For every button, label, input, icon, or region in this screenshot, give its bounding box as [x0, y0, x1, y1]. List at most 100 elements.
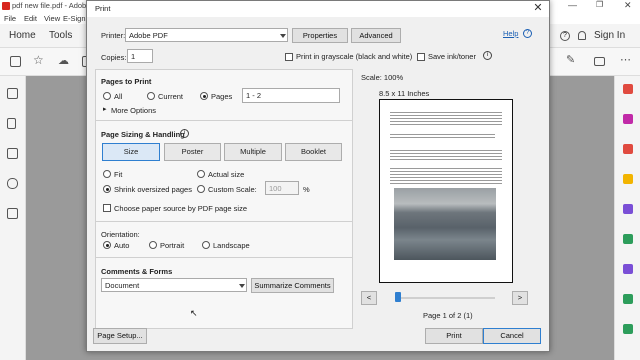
cancel-button[interactable]: Cancel	[483, 328, 541, 344]
export-pdf-icon[interactable]	[623, 84, 633, 94]
page-slider-handle[interactable]	[395, 292, 401, 302]
prev-page-button[interactable]: <	[361, 291, 377, 305]
pages-all-radio[interactable]	[103, 92, 111, 100]
protect-icon[interactable]	[623, 324, 633, 334]
advanced-button[interactable]: Advanced	[351, 28, 401, 43]
page-info: Page 1 of 2 (1)	[423, 311, 473, 320]
fit-label: Fit	[114, 170, 123, 179]
info-icon[interactable]: i	[180, 129, 189, 138]
minimize-icon[interactable]: —	[568, 0, 577, 10]
custom-scale-input[interactable]: 100	[265, 181, 299, 195]
preview-text-block	[390, 148, 502, 160]
menu-file[interactable]: File	[4, 14, 16, 23]
preview-photo	[394, 188, 496, 260]
next-page-button[interactable]: >	[512, 291, 528, 305]
pen-icon[interactable]: ✎	[566, 53, 575, 66]
create-pdf-icon[interactable]	[623, 144, 633, 154]
print-button[interactable]: Print	[425, 328, 483, 344]
create-icon[interactable]	[10, 56, 21, 67]
page-slider-track[interactable]	[395, 297, 495, 299]
summarize-comments-button[interactable]: Summarize Comments	[251, 278, 334, 293]
comments-forms-value: Document	[105, 281, 140, 290]
copies-label: Copies:	[101, 53, 127, 62]
menu-esign[interactable]: E-Sign	[63, 14, 86, 23]
help-link[interactable]: Help	[503, 29, 518, 38]
grayscale-checkbox[interactable]	[285, 53, 293, 61]
bookmark-icon[interactable]	[7, 118, 16, 129]
save-ink-checkbox[interactable]	[417, 53, 425, 61]
fit-radio[interactable]	[103, 170, 111, 178]
custom-scale-radio[interactable]	[197, 185, 205, 193]
chevron-down-icon	[239, 284, 245, 288]
multiple-button[interactable]: Multiple	[224, 143, 282, 161]
properties-button[interactable]: Properties	[292, 28, 348, 43]
chevron-right-icon[interactable]: ▸	[103, 105, 107, 113]
attachment-icon[interactable]	[7, 178, 18, 189]
more-options-toggle[interactable]: More Options	[111, 106, 156, 115]
percent-label: %	[303, 185, 310, 194]
actual-size-radio[interactable]	[197, 170, 205, 178]
copies-value: 1	[131, 52, 136, 61]
tab-home[interactable]: Home	[9, 30, 36, 41]
copies-stepper[interactable]: 1	[127, 49, 153, 63]
tab-tools[interactable]: Tools	[49, 30, 72, 41]
comments-forms-select[interactable]: Document	[101, 278, 247, 292]
pages-range-label: Pages	[211, 92, 233, 101]
pages-all-label: All	[114, 92, 123, 101]
comments-forms-title: Comments & Forms	[101, 267, 173, 276]
preview-text-block	[390, 132, 495, 138]
upload-cloud-icon[interactable]: ☁	[58, 54, 69, 67]
edit-pdf-icon[interactable]	[623, 114, 633, 124]
help-icon[interactable]: ?	[560, 31, 570, 41]
send-icon[interactable]	[623, 294, 633, 304]
page-preview	[379, 99, 513, 283]
booklet-button[interactable]: Booklet	[285, 143, 342, 161]
shrink-oversized-radio[interactable]	[103, 185, 111, 193]
menu-edit[interactable]: Edit	[24, 14, 37, 23]
window-close-icon[interactable]: ✕	[624, 0, 632, 11]
maximize-icon[interactable]: ❐	[596, 0, 603, 9]
orientation-auto-radio[interactable]	[103, 241, 111, 249]
pages-current-label: Current	[158, 92, 184, 101]
star-icon[interactable]: ☆	[33, 53, 44, 67]
page-setup-button[interactable]: Page Setup...	[93, 328, 147, 344]
combine-icon[interactable]	[623, 204, 633, 214]
pages-current-radio[interactable]	[147, 92, 155, 100]
print-dialog: Print ✕ Printer: Adobe PDF Properties Ad…	[86, 0, 550, 352]
printer-select[interactable]: Adobe PDF	[125, 28, 288, 42]
organize-icon[interactable]	[623, 234, 633, 244]
comment-icon[interactable]	[623, 174, 633, 184]
preview-scale: Scale: 100%	[361, 73, 404, 82]
size-button[interactable]: Size	[102, 143, 160, 161]
chevron-down-icon	[280, 34, 286, 38]
bell-icon[interactable]	[578, 31, 586, 40]
fill-sign-icon[interactable]	[623, 264, 633, 274]
menu-view[interactable]: View	[44, 14, 60, 23]
divider	[95, 257, 353, 258]
orientation-landscape-label: Landscape	[213, 241, 250, 250]
sign-in-button[interactable]: Sign In	[594, 30, 625, 41]
paper-source-checkbox[interactable]	[103, 204, 111, 212]
poster-button[interactable]: Poster	[164, 143, 221, 161]
tag-icon[interactable]	[7, 208, 18, 219]
orientation-portrait-radio[interactable]	[149, 241, 157, 249]
acrobat-logo-icon	[2, 2, 10, 10]
divider	[95, 221, 353, 222]
mail-icon[interactable]	[594, 57, 605, 66]
dialog-title: Print	[95, 4, 111, 13]
printer-label: Printer:	[101, 31, 126, 40]
help-circle-icon[interactable]: ?	[523, 29, 532, 38]
signature-icon[interactable]	[7, 148, 18, 159]
info-icon[interactable]: i	[483, 51, 492, 60]
pages-range-input[interactable]: 1 - 2	[242, 88, 340, 103]
pages-range-radio[interactable]	[200, 92, 208, 100]
orientation-landscape-radio[interactable]	[202, 241, 210, 249]
more-icon[interactable]: ⋯	[620, 53, 631, 66]
dialog-close-button[interactable]: ✕	[527, 1, 549, 17]
printer-value: Adobe PDF	[129, 31, 168, 40]
pages-icon[interactable]	[7, 88, 18, 99]
mouse-cursor-icon: ↖	[190, 308, 198, 318]
custom-scale-value: 100	[269, 184, 282, 193]
grayscale-label: Print in grayscale (black and white)	[296, 52, 413, 61]
orientation-auto-label: Auto	[114, 241, 130, 250]
